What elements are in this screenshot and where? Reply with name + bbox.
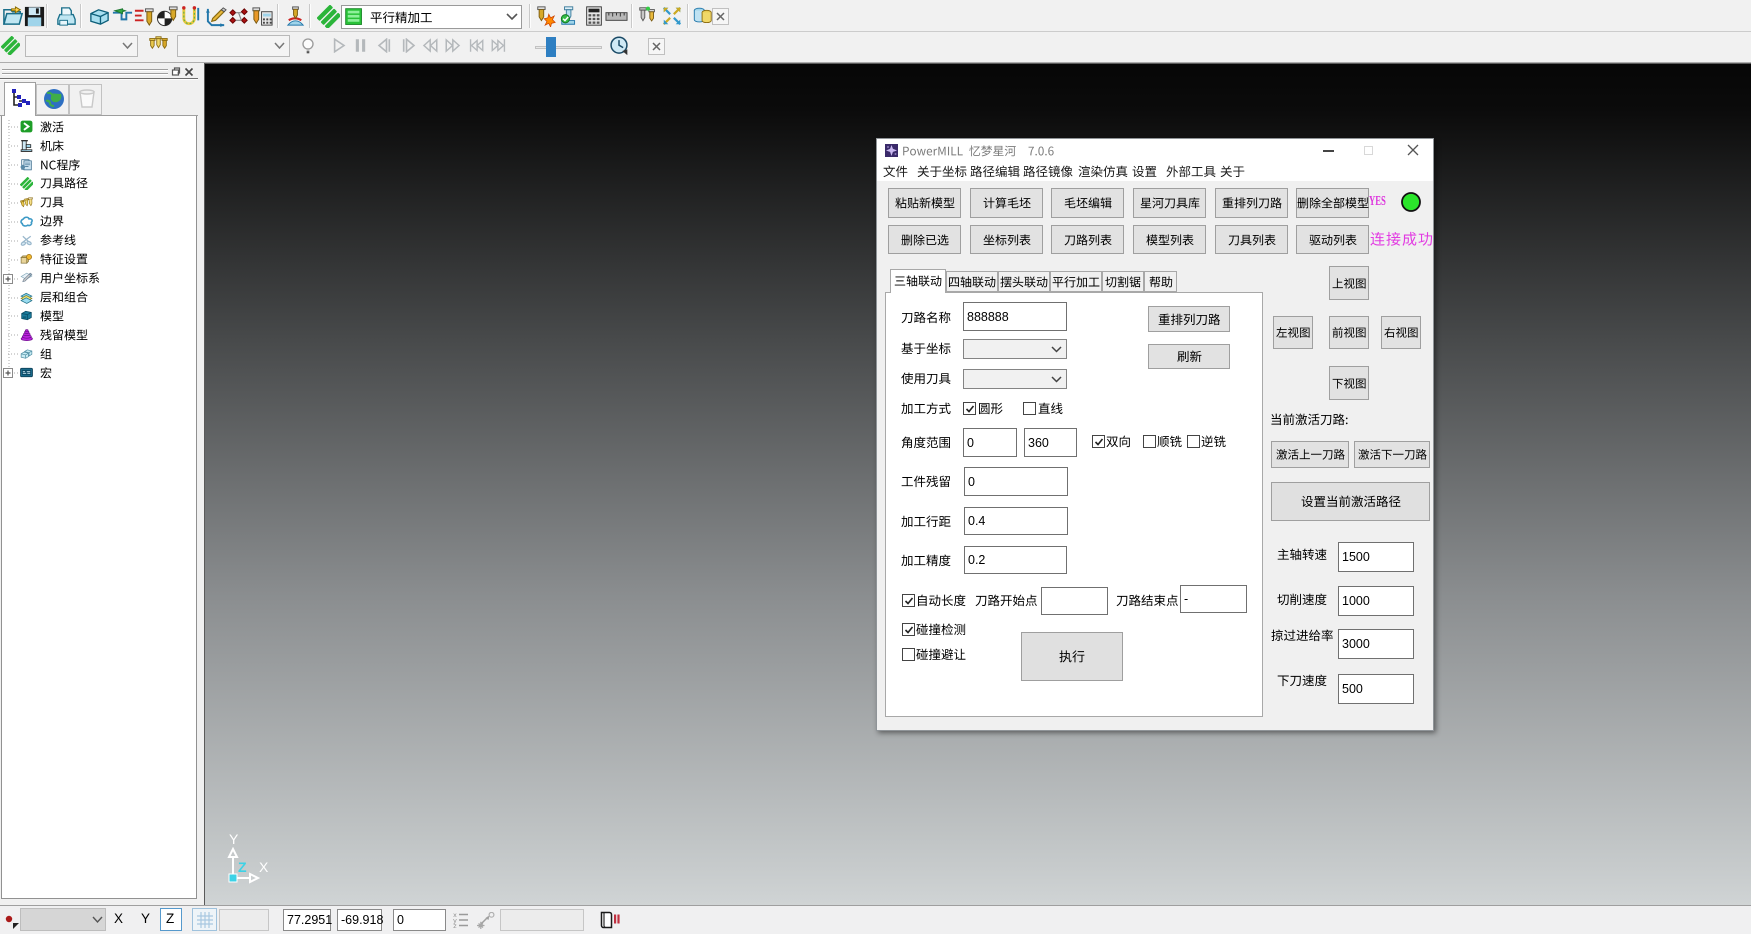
svg-text:X: X	[259, 859, 269, 875]
svg-text:Z: Z	[238, 859, 247, 875]
svg-text:Y: Y	[229, 831, 239, 847]
svg-text:z: z	[453, 923, 457, 928]
